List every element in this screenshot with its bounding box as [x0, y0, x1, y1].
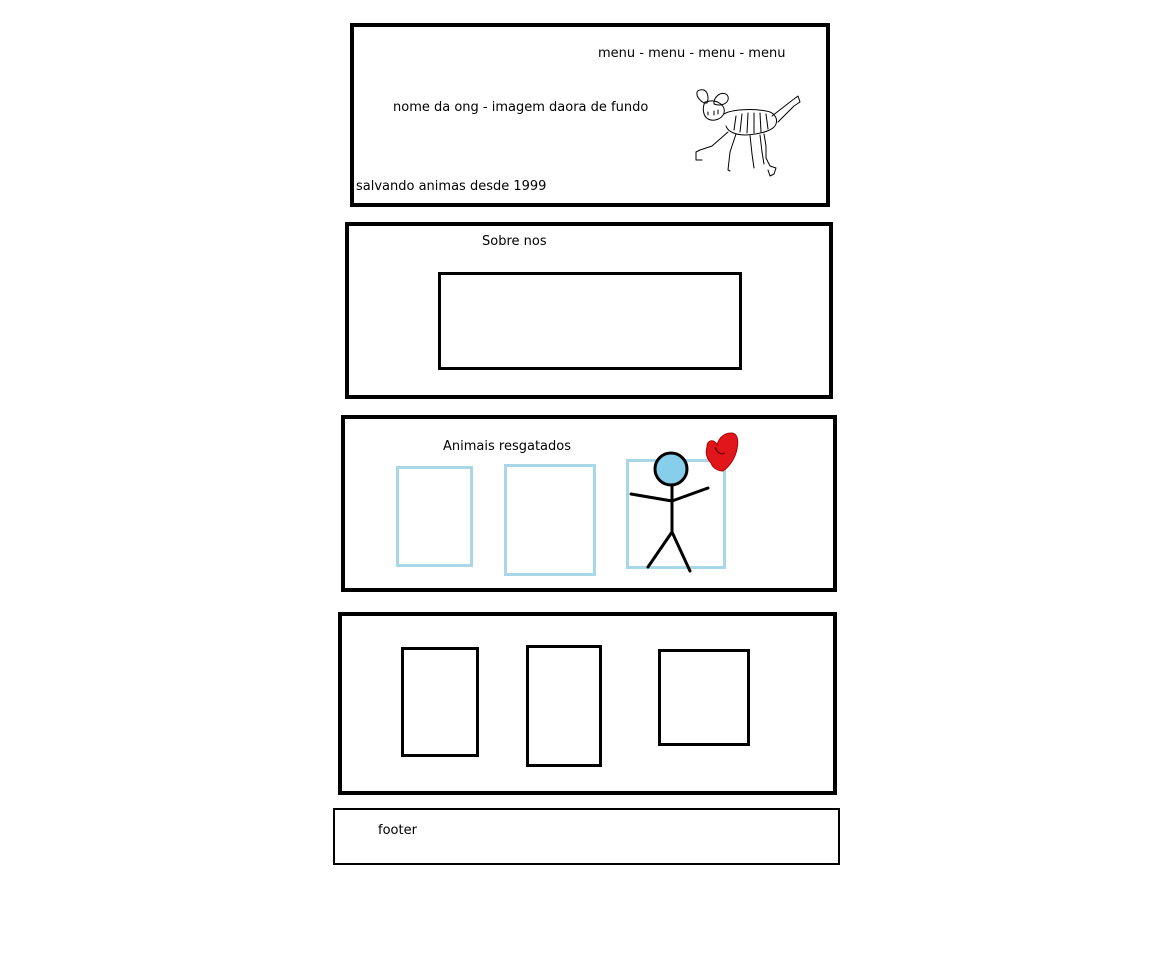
about-content-box — [438, 272, 742, 370]
site-title: nome da ong - imagem daora de fundo — [393, 100, 649, 115]
stick-figure-icon — [629, 451, 710, 573]
menu-links[interactable]: menu - menu - menu - menu — [598, 46, 785, 61]
footer-label: footer — [378, 823, 417, 838]
wireframe-page: menu - menu - menu - menu nome da ong - … — [0, 0, 1152, 966]
gallery-card[interactable] — [526, 645, 602, 767]
rescued-title: Animais resgatados — [443, 439, 571, 454]
animal-card[interactable] — [396, 466, 473, 567]
about-title: Sobre nos — [482, 234, 547, 249]
animal-card[interactable] — [504, 464, 596, 576]
gallery-card[interactable] — [401, 647, 479, 757]
cat-doodle-icon — [695, 89, 801, 177]
gallery-card[interactable] — [658, 649, 750, 746]
tagline: salvando animas desde 1999 — [356, 179, 547, 194]
heart-icon — [705, 432, 739, 472]
